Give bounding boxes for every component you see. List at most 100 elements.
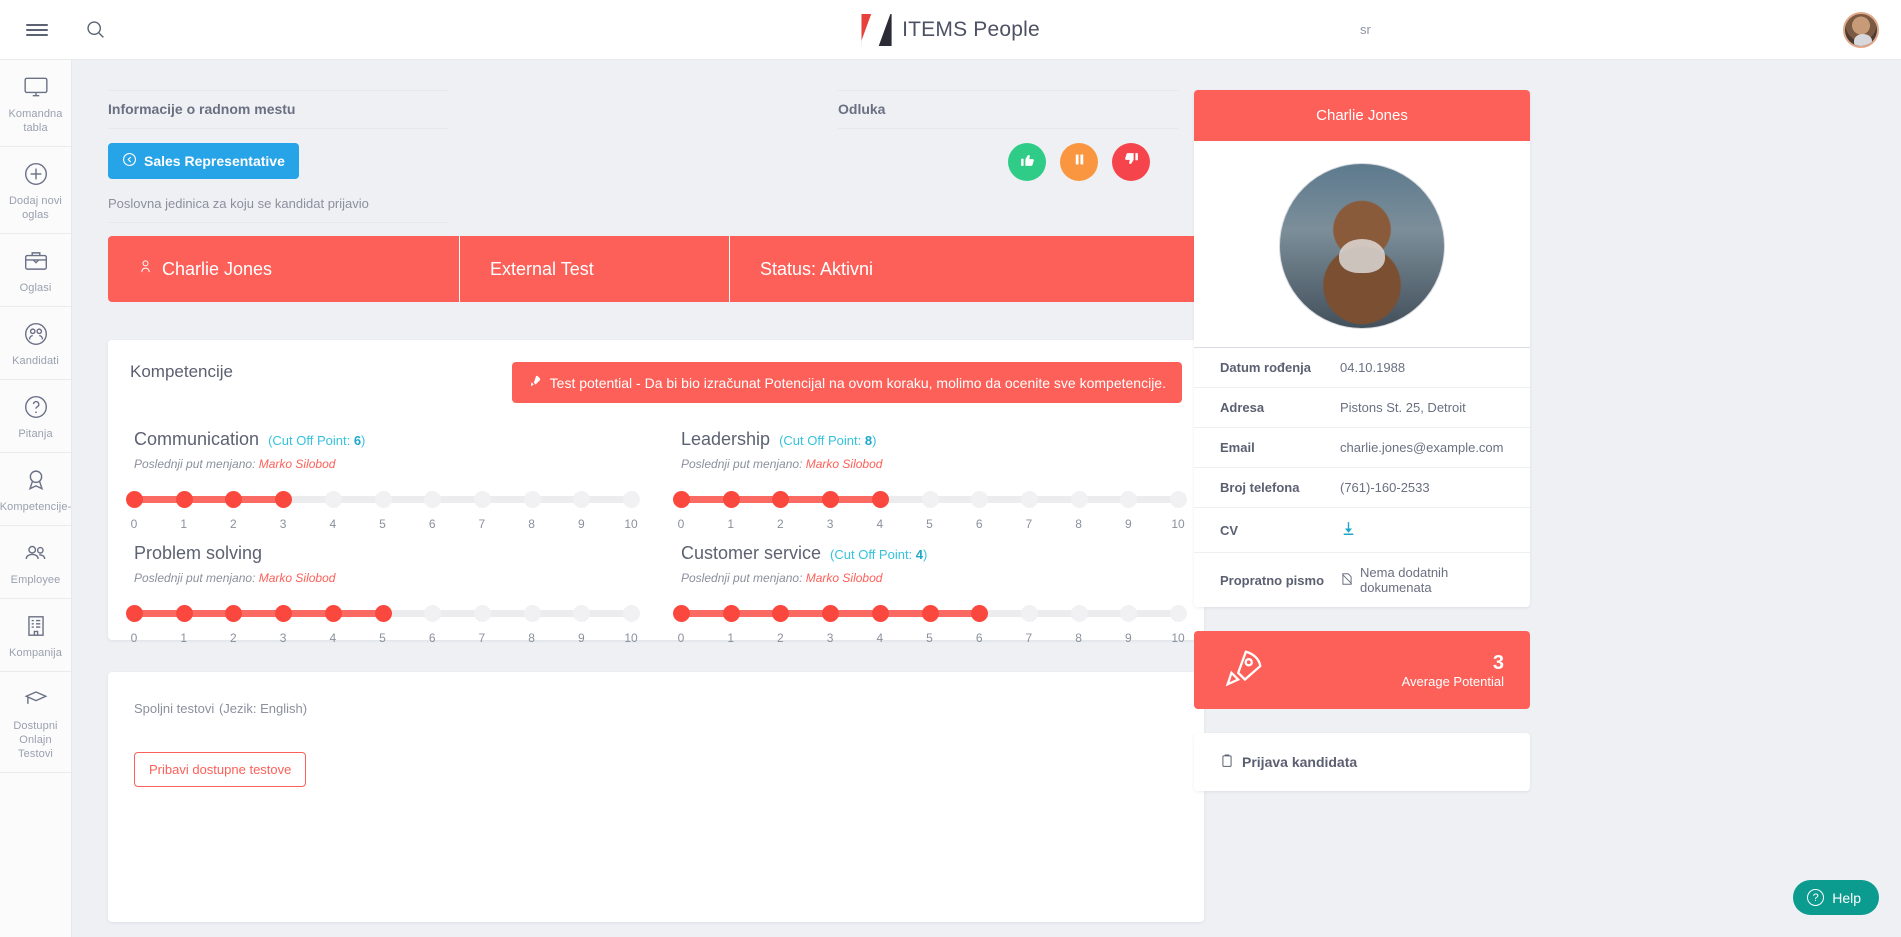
- slider-tick-10: 10: [624, 631, 638, 645]
- search-icon[interactable]: [80, 15, 110, 45]
- slider-knob-9[interactable]: [1120, 605, 1138, 622]
- detail-value: Nema dodatnih dokumenata: [1340, 565, 1504, 595]
- slider-knob-7[interactable]: [473, 605, 491, 622]
- slider-tick-10: 10: [1171, 517, 1185, 531]
- award-icon: [23, 466, 49, 493]
- slider-knob-0[interactable]: [126, 605, 143, 622]
- slider-tick-5: 5: [926, 517, 933, 531]
- sidebar-item-dodaj-novi-oglas[interactable]: Dodaj novi oglas: [0, 147, 71, 234]
- slider-knob-2[interactable]: [225, 491, 243, 508]
- test-potential-banner: Test potential - Da bi bio izračunat Pot…: [511, 362, 1182, 403]
- slider-knob-7[interactable]: [1020, 605, 1038, 622]
- thumbs-up-icon: [1019, 151, 1036, 173]
- slider-knob-3[interactable]: [275, 605, 293, 622]
- slider-knob-6[interactable]: [424, 491, 442, 508]
- competency-cutoff: (Cut Off Point: 4): [830, 547, 928, 562]
- competency-2: Problem solving Poslednji put menjano: Ma…: [126, 539, 640, 649]
- job-position-button[interactable]: Sales Representative: [108, 143, 299, 179]
- slider-knob-2[interactable]: [772, 491, 790, 508]
- sidebar-item-dostupni-onlajn-testovi[interactable]: Dostupni Onlajn Testovi: [0, 672, 71, 773]
- detail-value-text: 04.10.1988: [1340, 360, 1406, 375]
- slider-knob-4[interactable]: [324, 605, 342, 622]
- slider-knob-5[interactable]: [374, 491, 392, 508]
- brand[interactable]: ITEMS People: [861, 13, 1040, 46]
- avatar[interactable]: [1843, 11, 1879, 48]
- competency-slider[interactable]: [126, 483, 640, 517]
- competency-title: Kompetencije: [130, 362, 234, 381]
- sidebar-item-kandidati[interactable]: Kandidati: [0, 307, 71, 380]
- main-content: Informacije o radnom mestu Sales Represe…: [72, 60, 1901, 937]
- help-button[interactable]: ? Help: [1793, 880, 1879, 915]
- hold-button[interactable]: [1060, 143, 1098, 181]
- candidate-strip: Charlie Jones External Test Status: Akti…: [108, 236, 1204, 302]
- slider-knob-1[interactable]: [175, 605, 193, 622]
- slider-knob-9[interactable]: [573, 605, 591, 622]
- approve-button[interactable]: [1008, 143, 1046, 181]
- slider-knob-3[interactable]: [822, 605, 840, 622]
- potential-values: 3 Average Potential: [1402, 652, 1504, 689]
- slider-knob-7[interactable]: [473, 491, 491, 508]
- slider-tick-4: 4: [329, 631, 337, 645]
- slider-tick-9: 9: [1124, 517, 1132, 531]
- slider-knob-4[interactable]: [871, 605, 889, 622]
- slider-knob-10[interactable]: [623, 605, 640, 622]
- slider-knob-8[interactable]: [523, 491, 541, 508]
- language-selector[interactable]: sr: [1360, 22, 1371, 37]
- slider-knob-6[interactable]: [424, 605, 442, 622]
- detail-key: Datum rođenja: [1220, 360, 1312, 375]
- detail-value: charlie.jones@example.com: [1340, 440, 1504, 455]
- decision-buttons: [838, 143, 1178, 181]
- slider-knob-4[interactable]: [324, 491, 342, 508]
- competency-slider[interactable]: [673, 597, 1187, 631]
- detail-value: 04.10.1988: [1340, 360, 1504, 375]
- slider-knob-10[interactable]: [1170, 491, 1187, 508]
- slider-knob-5[interactable]: [374, 605, 392, 622]
- competency-slider[interactable]: [126, 597, 640, 631]
- slider-knob-0[interactable]: [673, 491, 690, 508]
- competency-slider[interactable]: [673, 483, 1187, 517]
- slider-tick-3: 3: [826, 517, 834, 531]
- sidebar-item-oglasi[interactable]: Oglasi: [0, 234, 71, 307]
- slider-knob-6[interactable]: [971, 605, 989, 622]
- slider-knob-0[interactable]: [126, 491, 143, 508]
- sidebar-item-kompanija[interactable]: Kompanija: [0, 599, 71, 672]
- sidebar-item-pitanja[interactable]: Pitanja: [0, 380, 71, 453]
- slider-knob-8[interactable]: [1070, 605, 1088, 622]
- slider-knob-8[interactable]: [1070, 491, 1088, 508]
- slider-knob-5[interactable]: [921, 605, 939, 622]
- slider-knob-3[interactable]: [822, 491, 840, 508]
- slider-knob-4[interactable]: [871, 491, 889, 508]
- slider-knob-10[interactable]: [623, 491, 640, 508]
- sidebar-item-komandna-tabla[interactable]: Komandna tabla: [0, 60, 71, 147]
- slider-knob-2[interactable]: [225, 605, 243, 622]
- slider-knob-8[interactable]: [523, 605, 541, 622]
- competency-name: Leadership: [681, 429, 771, 449]
- hamburger-icon[interactable]: [22, 15, 52, 45]
- sidebar-item-employee[interactable]: Employee: [0, 526, 71, 599]
- slider-knob-10[interactable]: [1170, 605, 1187, 622]
- slider-knob-2[interactable]: [772, 605, 790, 622]
- slider-tick-9: 9: [1124, 631, 1132, 645]
- competency-last-changed: Poslednji put menjano: Marko Silobod: [134, 457, 336, 471]
- slider-knob-5[interactable]: [921, 491, 939, 508]
- sidebar-item-kompetencije[interactable]: Kompetencije-: [0, 453, 71, 526]
- slider-knob-9[interactable]: [1120, 491, 1138, 508]
- strip-test-name[interactable]: External Test: [460, 236, 730, 302]
- slider-knob-1[interactable]: [175, 491, 193, 508]
- slider-knob-9[interactable]: [573, 491, 591, 508]
- reject-button[interactable]: [1112, 143, 1150, 181]
- fetch-tests-button[interactable]: Pribavi dostupne testove: [134, 752, 307, 787]
- slider-knob-3[interactable]: [275, 491, 293, 508]
- slider-knob-6[interactable]: [971, 491, 989, 508]
- slider-knob-0[interactable]: [673, 605, 690, 622]
- building-icon: [23, 612, 49, 639]
- slider-knob-7[interactable]: [1020, 491, 1038, 508]
- download-icon[interactable]: [1340, 520, 1357, 540]
- slider-fill: [134, 610, 383, 617]
- slider-tick-1: 1: [727, 631, 735, 645]
- competency-1: Leadership (Cut Off Point: 8) Poslednji pu…: [673, 425, 1187, 535]
- slider-knob-1[interactable]: [722, 491, 740, 508]
- slider-knob-1[interactable]: [722, 605, 740, 622]
- slider-tick-6: 6: [975, 631, 983, 645]
- strip-candidate-name[interactable]: Charlie Jones: [108, 236, 460, 302]
